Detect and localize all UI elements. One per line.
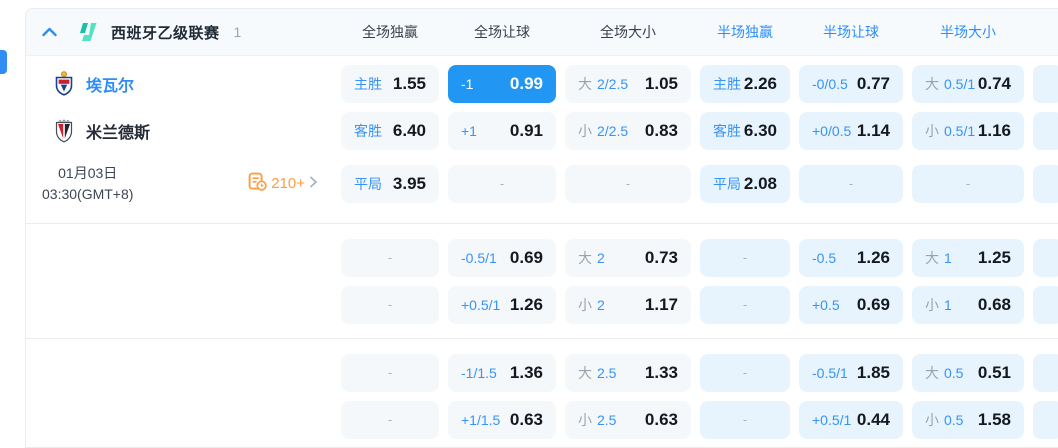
odds-cell-empty: - bbox=[341, 401, 439, 439]
away-team[interactable]: 米兰德斯 bbox=[26, 107, 332, 154]
group-divider bbox=[26, 223, 1058, 224]
odds-cell[interactable]: 客胜6.40 bbox=[341, 112, 439, 150]
alt-line-row: -+0.5/11.26小21.17-+0.50.69小10.68 bbox=[26, 281, 1058, 328]
away-team-name: 米兰德斯 bbox=[86, 119, 150, 143]
collapse-chevron-up-icon[interactable] bbox=[42, 27, 57, 37]
league-odds-card: 西班牙乙级联赛 1 全场独赢 全场让球 全场大小 半场独赢 半场让球 半场大小 bbox=[25, 8, 1058, 448]
odds-cell[interactable]: -0.5/11.85 bbox=[799, 354, 903, 392]
odds-cell[interactable]: +10.91 bbox=[448, 112, 556, 150]
home-team-crest-icon bbox=[54, 71, 74, 96]
column-header-ft-1x2: 全场独赢 bbox=[341, 22, 439, 42]
odds-cell[interactable]: 客胜6.30 bbox=[700, 112, 790, 150]
markets-count: 210+ bbox=[271, 175, 305, 192]
odds-cell[interactable]: -10.99 bbox=[448, 65, 556, 103]
alt-odds-group-1: --0.5/10.69大20.73--0.51.26大11.25 -+0.5/1… bbox=[26, 230, 1058, 332]
column-header-ht-ou[interactable]: 半场大小 bbox=[912, 22, 1024, 42]
blank-info bbox=[26, 349, 332, 396]
odds-cell[interactable]: 小2.50.63 bbox=[565, 401, 691, 439]
odds-cell[interactable]: 大0.5/10.74 bbox=[912, 65, 1024, 103]
odds-cell-empty: - bbox=[341, 239, 439, 277]
odds-cell-empty: - bbox=[700, 286, 790, 324]
odds-cell-empty: - bbox=[565, 165, 691, 203]
odds-cell-empty: - bbox=[341, 286, 439, 324]
odds-cell[interactable]: 大2.51.33 bbox=[565, 354, 691, 392]
alt-line-row: --1/1.51.36大2.51.33--0.5/11.85大0.50.51 bbox=[26, 349, 1058, 396]
chevron-right-icon bbox=[309, 175, 318, 193]
league-logo-icon bbox=[75, 22, 99, 42]
league-title-group: 西班牙乙级联赛 1 bbox=[26, 22, 332, 43]
main-odds-group: 埃瓦尔 主胜1.55-10.99大2/2.51.05主胜2.26-0/0.50.… bbox=[26, 56, 1058, 217]
match-info: 01月03日 03:30(GMT+8) 210+ bbox=[26, 154, 332, 213]
match-row-draw: 01月03日 03:30(GMT+8) 210+ bbox=[26, 154, 1058, 213]
cutoff-odds-cell bbox=[1033, 286, 1058, 324]
odds-cell[interactable]: +0.5/11.26 bbox=[448, 286, 556, 324]
blank-info bbox=[26, 281, 332, 328]
odds-cell-empty: - bbox=[799, 165, 903, 203]
match-date: 01月03日 bbox=[42, 163, 133, 183]
odds-cell[interactable]: 平局3.95 bbox=[341, 165, 439, 203]
odds-cell[interactable]: +0.5/10.44 bbox=[799, 401, 903, 439]
match-time: 03:30(GMT+8) bbox=[42, 184, 133, 204]
odds-cell-empty: - bbox=[700, 401, 790, 439]
alt-line-row: --0.5/10.69大20.73--0.51.26大11.25 bbox=[26, 234, 1058, 281]
cutoff-odds-cell bbox=[1033, 112, 1058, 150]
cutoff-odds-cell bbox=[1033, 354, 1058, 392]
column-header-ht-handicap[interactable]: 半场让球 bbox=[799, 22, 903, 42]
odds-cell-empty: - bbox=[341, 354, 439, 392]
odds-cell[interactable]: 小10.68 bbox=[912, 286, 1024, 324]
league-header: 西班牙乙级联赛 1 全场独赢 全场让球 全场大小 半场独赢 半场让球 半场大小 bbox=[26, 9, 1058, 56]
odds-cell[interactable]: 大2/2.51.05 bbox=[565, 65, 691, 103]
more-markets-link[interactable]: 210+ bbox=[248, 172, 318, 196]
odds-cell[interactable]: 小0.5/11.16 bbox=[912, 112, 1024, 150]
home-team-name: 埃瓦尔 bbox=[86, 72, 134, 96]
league-name: 西班牙乙级联赛 bbox=[111, 22, 220, 43]
odds-cell[interactable]: 主胜2.26 bbox=[700, 65, 790, 103]
odds-cell[interactable]: +0/0.51.14 bbox=[799, 112, 903, 150]
column-header-ft-ou: 全场大小 bbox=[565, 22, 691, 42]
home-team[interactable]: 埃瓦尔 bbox=[26, 60, 332, 107]
cutoff-odds-cell bbox=[1033, 239, 1058, 277]
match-datetime: 01月03日 03:30(GMT+8) bbox=[42, 163, 133, 204]
markets-list-icon bbox=[248, 172, 267, 196]
odds-cell[interactable]: -0.5/10.69 bbox=[448, 239, 556, 277]
alt-odds-group-2: --1/1.51.36大2.51.33--0.5/11.85大0.50.51 -… bbox=[26, 345, 1058, 447]
cutoff-odds-cell bbox=[1033, 165, 1058, 203]
blank-info bbox=[26, 396, 332, 443]
odds-cell[interactable]: 大20.73 bbox=[565, 239, 691, 277]
odds-cell[interactable]: +0.50.69 bbox=[799, 286, 903, 324]
away-team-crest-icon bbox=[54, 118, 74, 143]
odds-cell[interactable]: 平局2.08 bbox=[700, 165, 790, 203]
odds-cell[interactable]: -0/0.50.77 bbox=[799, 65, 903, 103]
odds-cell[interactable]: 主胜1.55 bbox=[341, 65, 439, 103]
odds-cell[interactable]: -1/1.51.36 bbox=[448, 354, 556, 392]
odds-cell[interactable]: 大11.25 bbox=[912, 239, 1024, 277]
edge-scroll-indicator bbox=[0, 50, 7, 74]
odds-cell[interactable]: 小2/2.50.83 bbox=[565, 112, 691, 150]
odds-cell[interactable]: 小0.51.58 bbox=[912, 401, 1024, 439]
match-row-home: 埃瓦尔 主胜1.55-10.99大2/2.51.05主胜2.26-0/0.50.… bbox=[26, 60, 1058, 107]
blank-info bbox=[26, 234, 332, 281]
cutoff-odds-cell bbox=[1033, 65, 1058, 103]
odds-cell[interactable]: -0.51.26 bbox=[799, 239, 903, 277]
odds-cell[interactable]: +1/1.50.63 bbox=[448, 401, 556, 439]
column-header-ht-1x2[interactable]: 半场独赢 bbox=[700, 22, 790, 42]
odds-cell[interactable]: 大0.50.51 bbox=[912, 354, 1024, 392]
odds-cell-empty: - bbox=[700, 239, 790, 277]
odds-cell[interactable]: 小21.17 bbox=[565, 286, 691, 324]
league-match-count: 1 bbox=[234, 24, 242, 40]
group-divider bbox=[26, 338, 1058, 339]
odds-cell-empty: - bbox=[700, 354, 790, 392]
odds-cell-empty: - bbox=[912, 165, 1024, 203]
cutoff-odds-cell bbox=[1033, 401, 1058, 439]
column-header-ft-handicap: 全场让球 bbox=[448, 22, 556, 42]
alt-line-row: -+1/1.50.63小2.50.63-+0.5/10.44小0.51.58 bbox=[26, 396, 1058, 443]
odds-cell-empty: - bbox=[448, 165, 556, 203]
match-row-away: 米兰德斯 客胜6.40+10.91小2/2.50.83客胜6.30+0/0.51… bbox=[26, 107, 1058, 154]
